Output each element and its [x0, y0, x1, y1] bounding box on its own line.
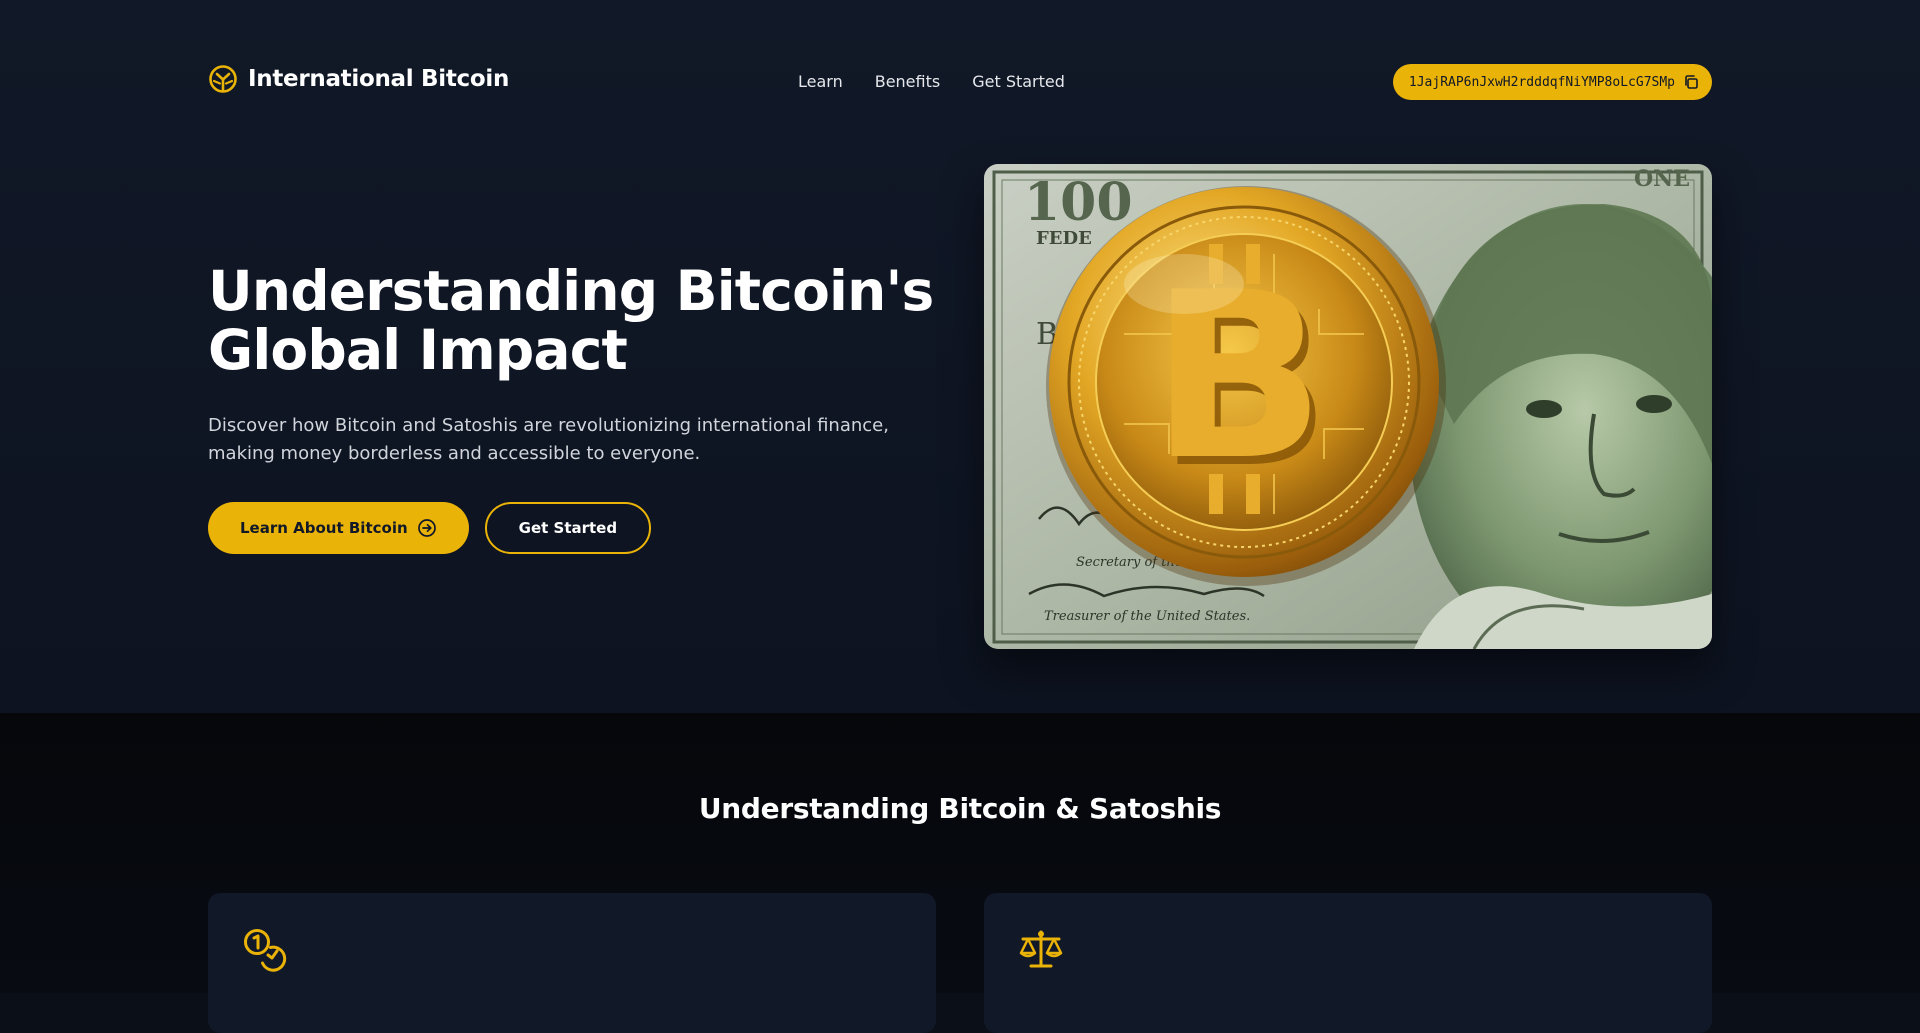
- wallet-address-text: 1JajRAP6nJxwH2rdddqfNiYMP8oLcG7SMp: [1408, 74, 1675, 90]
- understanding-section: Understanding Bitcoin & Satoshis: [0, 713, 1920, 1033]
- svg-text:FEDE: FEDE: [1036, 228, 1092, 249]
- arrow-right-circle-icon: [417, 519, 436, 537]
- info-card-value: [984, 893, 1712, 1033]
- hero-description: Discover how Bitcoin and Satoshis are re…: [208, 415, 889, 464]
- hero-section: International Bitcoin Learn Benefits Get…: [0, 0, 1920, 713]
- copy-icon: [1685, 75, 1698, 89]
- nav-link-benefits[interactable]: Benefits: [875, 72, 941, 91]
- hero-title: Understanding Bitcoin's Global Impact: [208, 259, 934, 382]
- section-title: Understanding Bitcoin & Satoshis: [698, 792, 1222, 825]
- bitcoin-logo-icon: [209, 65, 237, 93]
- get-started-button[interactable]: Get Started: [484, 502, 652, 554]
- wallet-address-button[interactable]: 1JajRAP6nJxwH2rdddqfNiYMP8oLcG7SMp: [1392, 64, 1712, 100]
- learn-about-bitcoin-label: Learn About Bitcoin: [240, 519, 408, 537]
- nav-link-learn[interactable]: Learn: [798, 72, 843, 91]
- scale-icon: [1019, 930, 1063, 968]
- bitcoin-on-banknote-illustration: 100 ONE FEDE B Secretary of the Treasury…: [984, 164, 1712, 649]
- learn-about-bitcoin-button[interactable]: Learn About Bitcoin: [208, 502, 469, 554]
- coins-icon: [244, 929, 287, 972]
- info-card-satoshis: [208, 893, 936, 1033]
- brand-name: International Bitcoin: [248, 66, 510, 92]
- hero-buttons: Learn About Bitcoin Get Started: [208, 502, 948, 554]
- nav-link-get-started[interactable]: Get Started: [972, 72, 1065, 91]
- brand[interactable]: International Bitcoin: [208, 64, 509, 94]
- main-nav: Learn Benefits Get Started: [798, 72, 1065, 91]
- site-header: International Bitcoin Learn Benefits Get…: [208, 64, 1712, 100]
- svg-text:100: 100: [1024, 172, 1133, 233]
- hero-image: 100 ONE FEDE B Secretary of the Treasury…: [984, 164, 1712, 649]
- svg-text:Treasurer of the United States: Treasurer of the United States.: [1044, 609, 1250, 624]
- svg-text:ONE: ONE: [1634, 166, 1690, 192]
- hero-content: Understanding Bitcoin's Global Impact Di…: [208, 262, 948, 554]
